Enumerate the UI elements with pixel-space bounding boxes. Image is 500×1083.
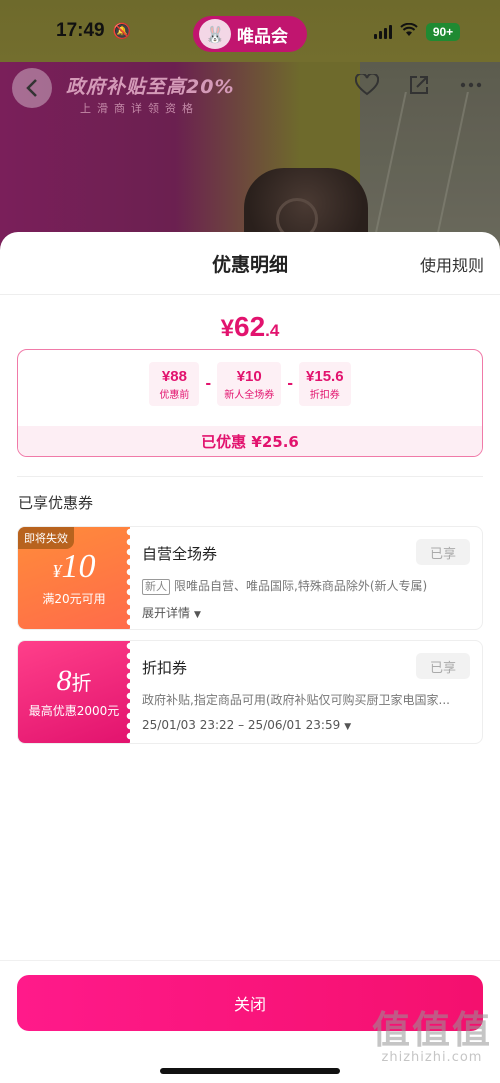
system-icons: 90+ [374, 22, 460, 41]
coupon-value-panel: 即将失效 ¥10 满20元可用 [18, 527, 134, 629]
coupon-discount-rate: 8折 [56, 663, 92, 697]
coupon-card-store-wide: 即将失效 ¥10 满20元可用 自营全场券 已享 新人 限唯品自营、唯品国际,特殊… [17, 526, 483, 630]
sheet-header: 优惠明细 使用规则 [0, 232, 500, 294]
breakdown-label: 优惠前 [159, 390, 190, 401]
top-actions [352, 70, 486, 100]
breakdown-original-price: ¥88 优惠前 [149, 362, 200, 406]
usage-rules-link[interactable]: 使用规则 [420, 252, 484, 276]
coupon-description: 新人 限唯品自营、唯品国际,特殊商品除外(新人专属) [142, 577, 472, 595]
breakdown-new-user-coupon: ¥10 新人全场券 [217, 362, 282, 406]
share-icon[interactable] [404, 70, 434, 100]
final-price-currency: ¥ [220, 315, 234, 342]
coupon-info: 折扣券 已享 政府补贴,指定商品可用(政府补贴仅可购买厨卫家电国家... 25/… [142, 641, 470, 743]
wifi-icon [400, 22, 418, 41]
watermark-domain: zhizhizhi.com [381, 1050, 483, 1065]
home-indicator[interactable] [160, 1068, 340, 1074]
sheet-title: 优惠明细 [211, 253, 288, 276]
banner-subtext: 上滑商详领资格 [80, 102, 199, 115]
section-divider [17, 476, 483, 477]
breakdown-label: 新人全场券 [224, 390, 275, 401]
breakdown-label: 折扣券 [309, 390, 340, 401]
final-price: ¥62.4 [0, 311, 500, 343]
expand-details-toggle[interactable]: 展开详情 ▼ [142, 604, 201, 621]
expiring-soon-tag: 即将失效 [18, 527, 74, 549]
coupon-amount-value: 8 [56, 663, 72, 697]
coupon-amount: ¥10 [52, 547, 96, 585]
coupon-card-discount: 8折 最高优惠2000元 折扣券 已享 政府补贴,指定商品可用(政府补贴仅可购买… [17, 640, 483, 744]
watermark-brand: 值值值 [371, 1008, 492, 1052]
minus-operator: - [205, 376, 212, 392]
coupon-condition: 最高优惠2000元 [28, 703, 120, 718]
caret-down-icon: ▼ [194, 610, 201, 620]
signal-icon [374, 24, 392, 39]
discount-detail-sheet: 优惠明细 使用规则 ¥62.4 ¥88 优惠前 - ¥10 新人全场券 - ¥1… [0, 232, 500, 1083]
final-price-integer: 62 [234, 311, 266, 342]
status-time: 17:49 [56, 20, 105, 41]
app-pill[interactable]: 🐰 唯品会 [193, 16, 307, 52]
header-divider [0, 294, 500, 295]
breakdown-value: ¥88 [161, 368, 187, 385]
breakdown-value: ¥15.6 [306, 368, 344, 385]
favorite-heart-icon[interactable] [352, 70, 382, 100]
coupon-discount-unit: 折 [71, 672, 92, 695]
minus-operator: - [287, 376, 294, 392]
back-button[interactable] [12, 68, 52, 108]
final-price-decimal: .4 [265, 321, 280, 340]
app-pill-label: 唯品会 [237, 26, 288, 47]
breakdown-discount-coupon: ¥15.6 折扣券 [299, 362, 351, 406]
section-label-used-coupons: 已享优惠券 [18, 494, 94, 512]
coupon-used-badge: 已享 [416, 539, 470, 565]
battery-indicator: 90+ [426, 22, 460, 41]
coupon-value-panel: 8折 最高优惠2000元 [18, 641, 134, 743]
sheet-footer: 关闭 值值值 zhizhizhi.com [0, 960, 500, 1083]
coupon-description: 政府补贴,指定商品可用(政府补贴仅可购买厨卫家电国家... [142, 693, 450, 707]
coupon-condition: 满20元可用 [42, 591, 106, 606]
coupon-amount-value: 10 [61, 547, 96, 585]
mute-bell-icon: 🔕 [112, 22, 132, 40]
total-saved: 已优惠 ¥25.6 [18, 426, 482, 456]
price-breakdown-row: ¥88 优惠前 - ¥10 新人全场券 - ¥15.6 折扣券 [18, 362, 482, 406]
chevron-left-icon [26, 79, 37, 97]
coupon-title: 自营全场券 [142, 545, 218, 563]
new-user-tag: 新人 [142, 579, 170, 595]
coupon-validity-period: 25/01/03 23:22 – 25/06/01 23:59 [142, 718, 341, 732]
coupon-title: 折扣券 [142, 659, 188, 677]
banner-headline: 政府补贴至高20% [66, 76, 235, 98]
watermark-logo: 值值值 zhizhizhi.com [372, 999, 492, 1065]
bunny-logo-icon: 🐰 [199, 19, 231, 49]
more-dots-icon[interactable] [456, 70, 486, 100]
expand-details-label: 展开详情 [142, 606, 191, 620]
coupon-validity-toggle[interactable]: 25/01/03 23:22 – 25/06/01 23:59 ▼ [142, 718, 351, 732]
price-breakdown-box: ¥88 优惠前 - ¥10 新人全场券 - ¥15.6 折扣券 已优惠 ¥25.… [17, 349, 483, 457]
breakdown-value: ¥10 [236, 368, 262, 385]
coupon-description-text: 限唯品自营、唯品国际,特殊商品除外(新人专属) [174, 579, 428, 593]
coupon-currency: ¥ [52, 560, 62, 581]
coupon-used-badge: 已享 [416, 653, 470, 679]
coupon-info: 自营全场券 已享 新人 限唯品自营、唯品国际,特殊商品除外(新人专属) 展开详情 ▼ [142, 527, 470, 629]
caret-down-icon: ▼ [344, 722, 352, 732]
